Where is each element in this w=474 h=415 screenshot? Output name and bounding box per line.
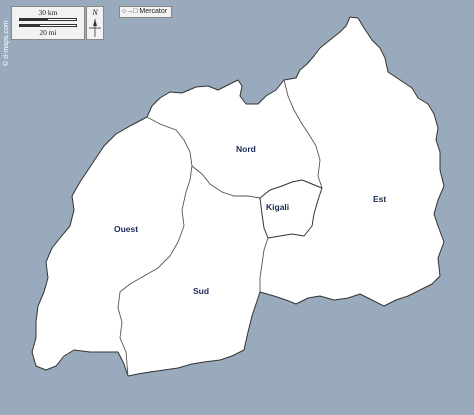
scale-km-bar bbox=[19, 18, 77, 21]
rwanda-province-map: Nord Est Kigali Ouest Sud © d-maps.com 3… bbox=[0, 0, 474, 415]
scale-bar: 30 km 20 mi bbox=[11, 6, 85, 40]
scale-mi-label: 20 mi bbox=[39, 28, 57, 37]
projection-icon: ○→□ bbox=[122, 8, 138, 15]
region-label-est: Est bbox=[373, 194, 386, 204]
region-label-nord: Nord bbox=[236, 144, 256, 154]
watermark: © d-maps.com bbox=[2, 20, 10, 66]
region-label-ouest: Ouest bbox=[114, 224, 138, 234]
region-label-sud: Sud bbox=[193, 286, 209, 296]
region-label-kigali: Kigali bbox=[266, 202, 289, 212]
compass-icon bbox=[89, 19, 101, 37]
projection-box: ○→□ Mercator bbox=[119, 6, 172, 18]
map-canvas: Nord Est Kigali Ouest Sud © d-maps.com bbox=[2, 16, 445, 377]
projection-label: Mercator bbox=[139, 8, 168, 15]
scale-km-label: 30 km bbox=[38, 8, 58, 17]
north-label: N bbox=[92, 8, 98, 17]
scale-mi-bar bbox=[19, 24, 77, 27]
north-arrow: N bbox=[86, 6, 104, 40]
